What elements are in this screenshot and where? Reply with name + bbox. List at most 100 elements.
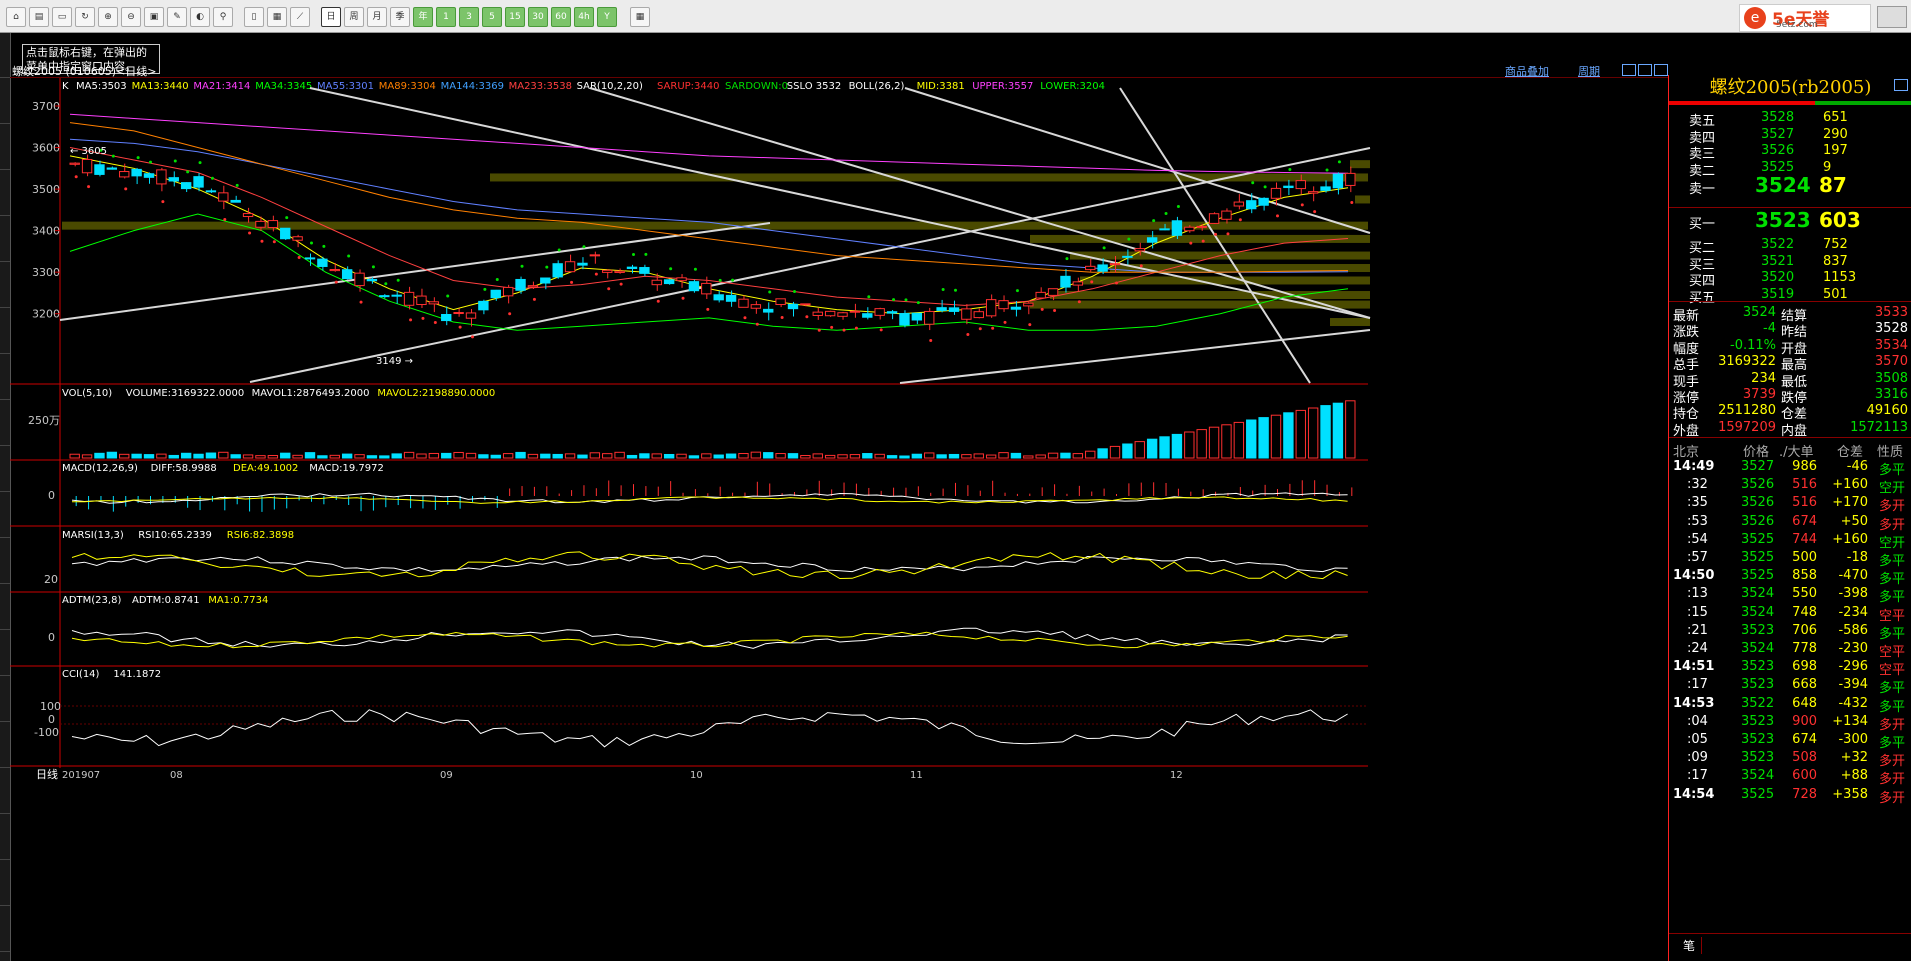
ask-row[interactable]: 卖一 3524 87: [1669, 173, 1911, 198]
refresh-icon[interactable]: ↻: [75, 7, 95, 27]
side-tab[interactable]: [0, 401, 10, 446]
ask-row[interactable]: 卖五 3528 651: [1669, 108, 1911, 129]
tick-icon[interactable]: ▯: [244, 7, 264, 27]
marsi-header-item: RSI10:65.2339: [138, 530, 212, 541]
kline-chart[interactable]: K MA5:3503 MA13:3440 MA21:3414 MA34:3345 MA55…: [10, 78, 1668, 961]
volume-bar: [824, 454, 836, 459]
adtm-line: [71, 627, 1348, 649]
calendar-icon[interactable]: ▦: [630, 7, 650, 27]
period-button[interactable]: 日: [321, 7, 341, 27]
quote-panel: 螺纹2005(rb2005) 卖五 3528 651 卖四 3527 290 卖三 3526 1…: [1668, 75, 1911, 961]
ask-row[interactable]: 卖四 3527 290: [1669, 125, 1911, 146]
bid-row[interactable]: 买二 3522 752: [1669, 235, 1911, 256]
side-tab[interactable]: [0, 907, 10, 952]
bid-row[interactable]: 买三 3521 837: [1669, 252, 1911, 273]
candle-body: [985, 299, 997, 317]
volume-bar: [255, 455, 266, 459]
tick-type: 多开: [1879, 790, 1906, 806]
candle-body: [1332, 173, 1344, 189]
volume-bar: [564, 453, 576, 459]
draw-icon[interactable]: ▣: [144, 7, 164, 27]
volume-bar: [1320, 405, 1331, 459]
panel-toggle-icon[interactable]: [1894, 79, 1908, 91]
macd-header-item: MACD:19.7972: [309, 463, 384, 474]
zoom-in-icon[interactable]: ⊕: [98, 7, 118, 27]
side-tab[interactable]: [0, 815, 10, 860]
vol-header-item: MAVOL1:2876493.2000: [252, 388, 370, 399]
period-button[interactable]: 60: [551, 7, 571, 27]
period-link[interactable]: 周期: [1578, 63, 1600, 79]
period-button[interactable]: 4h: [574, 7, 594, 27]
side-tab[interactable]: [0, 263, 10, 308]
tick-row: :13 3524 550 -398 多平: [1669, 584, 1911, 605]
period-button[interactable]: 月: [367, 7, 387, 27]
side-tab[interactable]: [0, 33, 10, 78]
open-icon[interactable]: ▤: [29, 7, 49, 27]
zoom-out-icon[interactable]: ⊖: [121, 7, 141, 27]
pen-icon[interactable]: ✎: [167, 7, 187, 27]
ask-row[interactable]: 卖二 3525 9: [1669, 158, 1911, 179]
period-button[interactable]: 1: [436, 7, 456, 27]
tab-ticks[interactable]: 笔: [1677, 937, 1703, 954]
period-button[interactable]: 3: [459, 7, 479, 27]
volume-bar: [242, 454, 254, 459]
period-button[interactable]: 30: [528, 7, 548, 27]
bid-row[interactable]: 买一 3523 603: [1669, 208, 1911, 233]
side-tab[interactable]: [0, 677, 10, 722]
window-restore-button[interactable]: [1877, 6, 1907, 28]
side-tab[interactable]: [0, 585, 10, 630]
side-tab[interactable]: [0, 861, 10, 906]
period-button[interactable]: Y: [597, 7, 617, 27]
volume-bar: [577, 454, 588, 459]
line-chart-icon[interactable]: ⟋: [290, 7, 310, 27]
tick-price: 3523: [1741, 732, 1775, 747]
filter-icon[interactable]: ⚲: [213, 7, 233, 27]
side-tab[interactable]: [0, 723, 10, 768]
cci-axis-label: 0: [48, 713, 55, 726]
volume-bar: [1208, 426, 1220, 459]
sar-dot: [272, 240, 276, 244]
side-tab[interactable]: [0, 493, 10, 538]
side-tab[interactable]: [0, 631, 10, 676]
layout-icon[interactable]: [1622, 64, 1636, 76]
tick-time: :09: [1687, 750, 1708, 766]
candle-body: [924, 310, 935, 325]
palette-icon[interactable]: ◐: [190, 7, 210, 27]
bid-row[interactable]: 买四 3520 1153: [1669, 268, 1911, 289]
tick-volume: 986: [1792, 459, 1817, 474]
table-icon[interactable]: ▦: [267, 7, 287, 27]
candle-body: [317, 258, 328, 267]
side-tab[interactable]: [0, 309, 10, 354]
side-tab[interactable]: [0, 355, 10, 400]
tick-price: 3525: [1741, 786, 1775, 802]
period-button[interactable]: 年: [413, 7, 433, 27]
overlay-link[interactable]: 商品叠加: [1505, 63, 1549, 79]
home-icon[interactable]: ⌂: [6, 7, 26, 27]
ask-price: 3526: [1761, 143, 1795, 158]
side-tab[interactable]: [0, 79, 10, 124]
period-button[interactable]: 15: [505, 7, 525, 27]
folder-icon[interactable]: ▭: [52, 7, 72, 27]
side-tab[interactable]: [0, 171, 10, 216]
side-tab[interactable]: [0, 217, 10, 262]
period-button[interactable]: 5: [482, 7, 502, 27]
sar-dot: [1214, 232, 1218, 236]
tick-volume: 508: [1792, 750, 1817, 766]
volume-bar: [478, 454, 489, 459]
sar-dot: [149, 160, 152, 164]
volume-bar: [540, 453, 551, 459]
side-tab[interactable]: [0, 447, 10, 492]
candle-body: [1023, 302, 1034, 307]
layout-icon[interactable]: [1638, 64, 1652, 76]
ask-row[interactable]: 卖三 3526 197: [1669, 141, 1911, 162]
sar-dot: [632, 252, 635, 256]
side-tab[interactable]: [0, 125, 10, 170]
layout-icon[interactable]: [1654, 64, 1668, 76]
volume-bar: [1023, 455, 1034, 459]
candle-body: [651, 279, 662, 286]
period-button[interactable]: 周: [344, 7, 364, 27]
side-tab[interactable]: [0, 769, 10, 814]
side-tab[interactable]: [0, 539, 10, 584]
period-button[interactable]: 季: [390, 7, 410, 27]
bid-row[interactable]: 买五 3519 501: [1669, 285, 1911, 306]
